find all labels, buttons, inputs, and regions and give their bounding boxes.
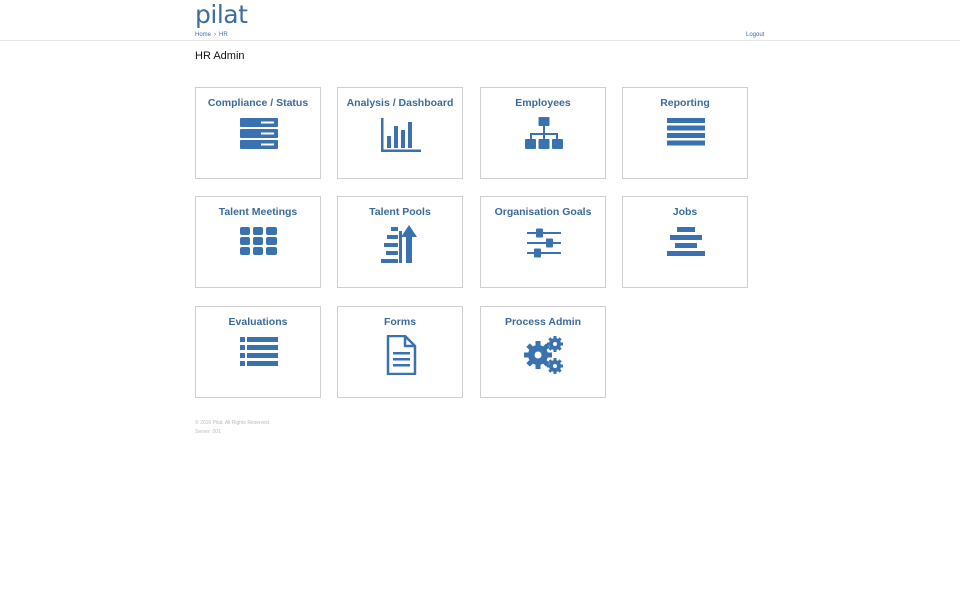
tile-label: Process Admin xyxy=(504,316,582,328)
tile-forms[interactable]: Forms xyxy=(337,306,463,398)
tile-evaluations[interactable]: Evaluations xyxy=(195,306,321,398)
grid-icon xyxy=(239,225,279,265)
page-title: HR Admin xyxy=(195,50,245,62)
gears-icon xyxy=(524,335,564,375)
tile-compliance-status[interactable]: Compliance / Status xyxy=(195,87,321,179)
sort-up-icon xyxy=(381,225,421,265)
tile-jobs[interactable]: Jobs xyxy=(622,196,748,288)
footer: © 2016 Pilat. All Rights Reserved. Serve… xyxy=(195,419,270,437)
tile-label: Reporting xyxy=(660,97,710,109)
tile-label: Employees xyxy=(515,97,571,109)
list-icon xyxy=(239,335,279,375)
footer-server: Server: 001 xyxy=(195,429,221,435)
tile-talent-meetings[interactable]: Talent Meetings xyxy=(195,196,321,288)
server-icon xyxy=(239,116,279,156)
breadcrumb: Home › HR xyxy=(195,31,228,39)
tile-label: Talent Meetings xyxy=(218,206,298,218)
tile-label: Jobs xyxy=(672,206,698,218)
tile-organisation-goals[interactable]: Organisation Goals xyxy=(480,196,606,288)
list-bars-icon xyxy=(666,116,706,156)
pilat-logo[interactable]: pilat xyxy=(195,0,248,30)
tile-label: Evaluations xyxy=(228,316,288,328)
top-bar: pilat Home › HR Logout xyxy=(0,0,960,41)
tile-analysis-dashboard[interactable]: Analysis / Dashboard xyxy=(337,87,463,179)
tile-reporting[interactable]: Reporting xyxy=(622,87,748,179)
breadcrumb-hr[interactable]: HR xyxy=(219,32,228,38)
tile-label: Compliance / Status xyxy=(207,97,309,109)
align-center-icon xyxy=(666,225,706,265)
sliders-icon xyxy=(524,225,564,265)
tile-process-admin[interactable]: Process Admin xyxy=(480,306,606,398)
tile-talent-pools[interactable]: Talent Pools xyxy=(337,196,463,288)
sitemap-icon xyxy=(524,116,564,156)
logout-link[interactable]: Logout xyxy=(746,31,764,39)
tile-employees[interactable]: Employees xyxy=(480,87,606,179)
document-icon xyxy=(381,335,421,375)
tile-label: Analysis / Dashboard xyxy=(346,97,454,109)
footer-copyright: © 2016 Pilat. All Rights Reserved. xyxy=(195,420,271,426)
breadcrumb-home[interactable]: Home xyxy=(195,32,211,38)
bar-chart-icon xyxy=(381,116,421,156)
breadcrumb-separator: › xyxy=(214,32,217,38)
tile-label: Forms xyxy=(383,316,417,328)
tile-label: Organisation Goals xyxy=(494,206,592,218)
tile-label: Talent Pools xyxy=(369,206,431,218)
